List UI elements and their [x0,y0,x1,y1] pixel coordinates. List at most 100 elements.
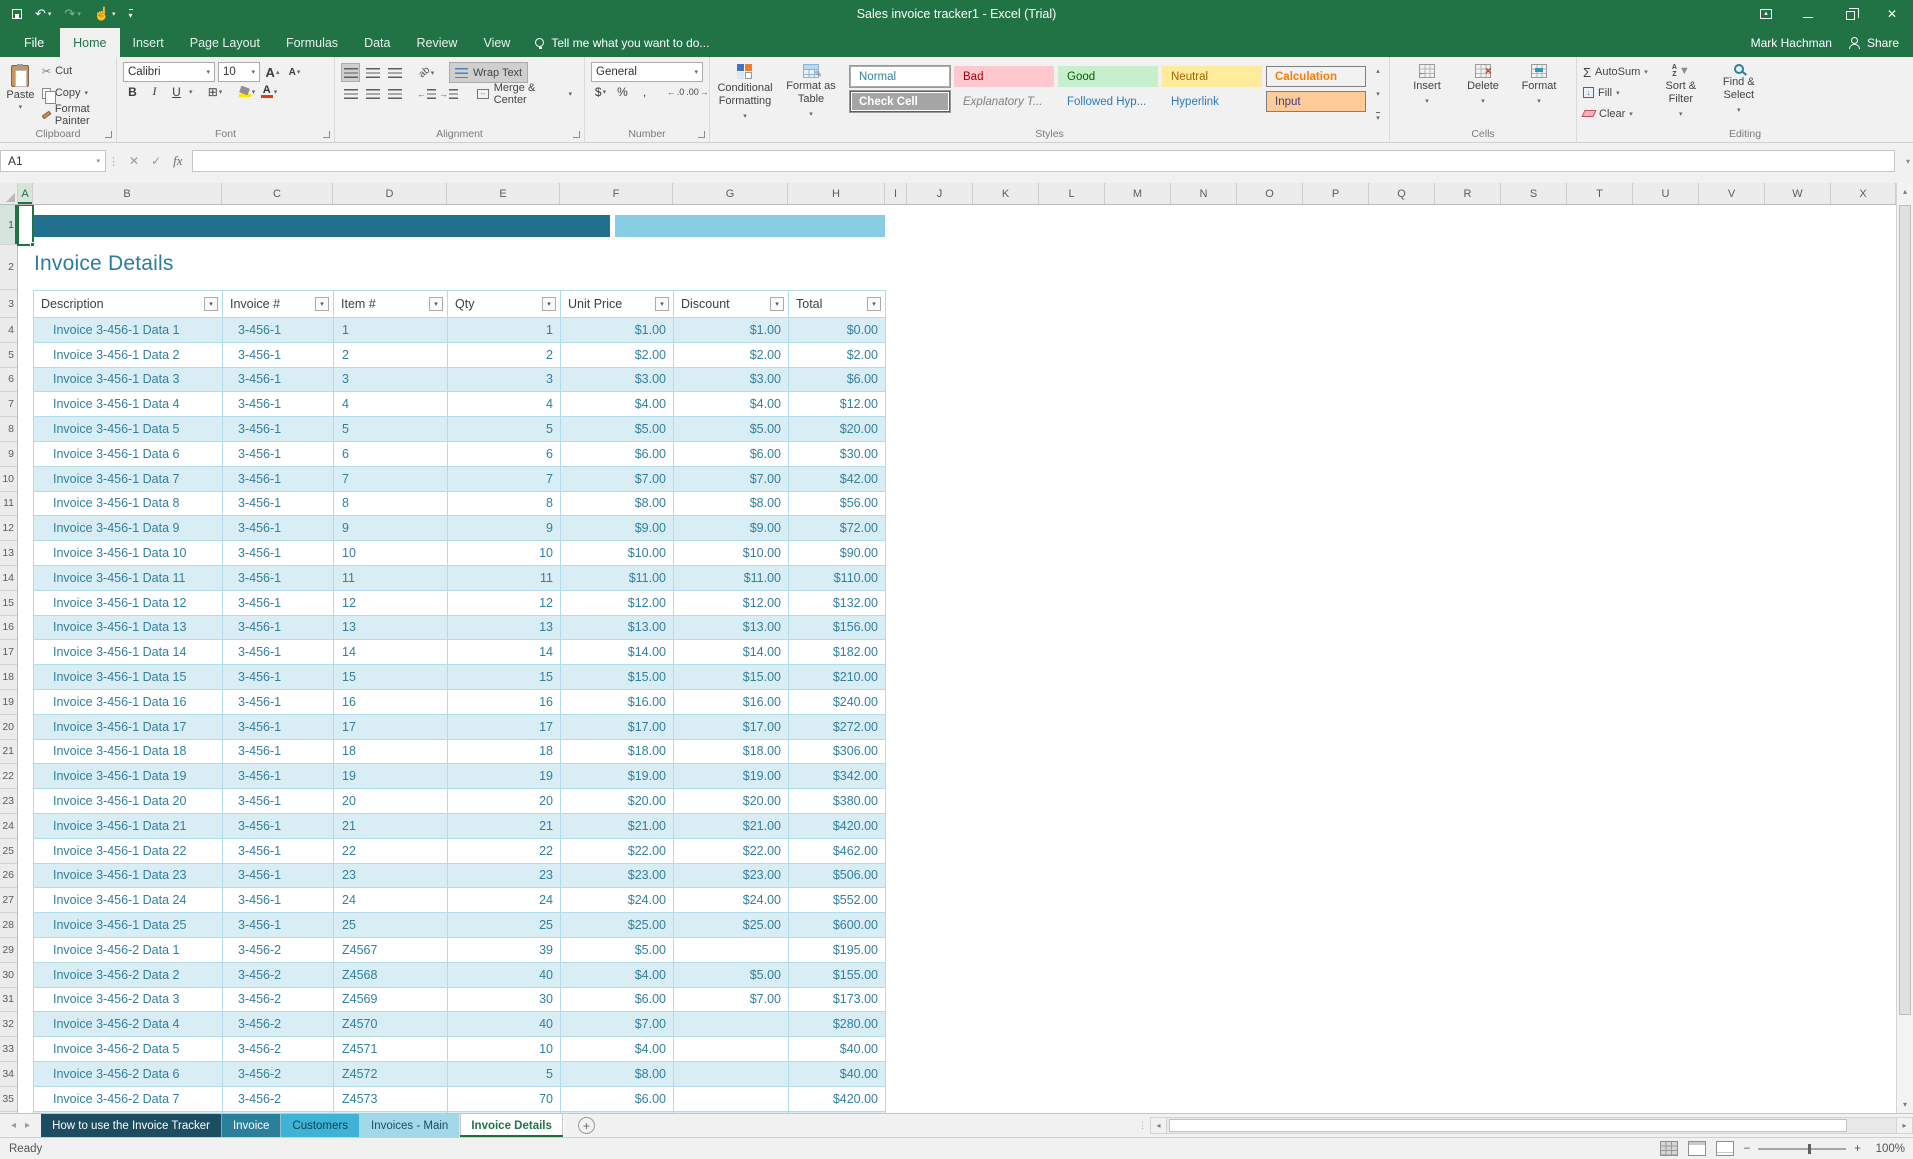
align-left-button[interactable] [341,84,360,103]
formula-input[interactable] [192,150,1895,172]
tab-insert[interactable]: Insert [120,28,177,57]
cell[interactable]: $8.00 [561,492,674,516]
row-header-4[interactable]: 4 [0,318,17,343]
new-sheet-button[interactable]: + [578,1117,595,1134]
cell[interactable]: $155.00 [789,963,886,987]
font-color-button[interactable]: A▾ [260,82,279,101]
filter-button-discount[interactable]: ▾ [770,297,784,311]
cell[interactable]: $40.00 [789,1037,886,1061]
cell[interactable]: Invoice 3-456-1 Data 22 [34,839,223,863]
cell[interactable]: Invoice 3-456-2 Data 4 [34,1012,223,1036]
cell[interactable]: Invoice 3-456-1 Data 8 [34,492,223,516]
cell[interactable]: Invoice 3-456-1 Data 16 [34,690,223,714]
cell[interactable]: $156.00 [789,616,886,640]
cell[interactable]: 1 [448,318,561,342]
cell[interactable]: $173.00 [789,988,886,1012]
column-header-q[interactable]: Q [1369,183,1435,204]
row-header-11[interactable]: 11 [0,492,17,517]
cell[interactable]: 3-456-2 [223,1087,334,1111]
cell[interactable]: $5.00 [561,417,674,441]
cell[interactable]: $11.00 [674,566,789,590]
cell[interactable]: Invoice 3-456-1 Data 19 [34,764,223,788]
cell[interactable]: $4.00 [674,392,789,416]
increase-font-button[interactable]: A▴ [263,63,282,82]
user-name[interactable]: Mark Hachman [1751,36,1832,50]
zoom-in-button[interactable]: + [1854,1143,1861,1155]
row-header-9[interactable]: 9 [0,442,17,467]
scroll-down-arrow[interactable]: ▾ [1897,1096,1913,1113]
cell[interactable]: $13.00 [561,616,674,640]
fill-color-button[interactable]: ▾ [238,82,257,101]
cell[interactable]: 40 [448,963,561,987]
zoom-slider-thumb[interactable] [1808,1144,1811,1154]
cell[interactable]: $21.00 [561,814,674,838]
clipboard-dialog-launcher[interactable] [105,131,112,138]
cell[interactable]: Z4569 [334,988,448,1012]
undo-button[interactable]: ↶▾ [35,6,51,22]
row-header-30[interactable]: 30 [0,963,17,988]
cell[interactable]: 3-456-1 [223,640,334,664]
wrap-text-button[interactable]: Wrap Text [449,62,528,83]
align-middle-button[interactable] [363,63,382,82]
row-header-18[interactable]: 18 [0,665,17,690]
find-select-button[interactable]: Find & Select ▾ [1710,60,1768,126]
cell[interactable]: $380.00 [789,789,886,813]
font-dialog-launcher[interactable] [323,131,330,138]
column-header-j[interactable]: J [907,183,973,204]
tab-page-layout[interactable]: Page Layout [177,28,273,57]
cell[interactable]: $19.00 [561,764,674,788]
cell[interactable]: 3-456-1 [223,492,334,516]
cell[interactable]: Invoice 3-456-1 Data 11 [34,566,223,590]
column-header-f[interactable]: F [560,183,673,204]
decrease-decimal-button[interactable]: .00→ [688,82,707,101]
cell[interactable]: $2.00 [789,343,886,367]
filter-button-qty[interactable]: ▾ [542,297,556,311]
fill-button[interactable]: ↓Fill▾ [1583,84,1648,102]
insert-cells-button[interactable]: Insert ▾ [1402,60,1452,126]
cell[interactable]: $5.00 [561,938,674,962]
row-header-20[interactable]: 20 [0,715,17,740]
cell[interactable]: 5 [334,417,448,441]
cell[interactable]: 3-456-1 [223,566,334,590]
cell[interactable]: $280.00 [789,1012,886,1036]
active-cell-a1[interactable] [17,205,34,246]
row-header-6[interactable]: 6 [0,368,17,393]
cell[interactable]: Invoice 3-456-1 Data 21 [34,814,223,838]
copy-button[interactable]: Copy▾ [39,84,114,103]
cell[interactable]: 3-456-1 [223,913,334,937]
cell[interactable]: Z4572 [334,1062,448,1086]
table-header-discount[interactable]: Discount▾ [674,291,789,317]
cell[interactable]: 20 [448,789,561,813]
cell[interactable]: 25 [448,913,561,937]
cell[interactable]: 9 [334,516,448,540]
cell[interactable] [674,1012,789,1036]
cell[interactable]: $342.00 [789,764,886,788]
cell[interactable]: 14 [448,640,561,664]
underline-button[interactable]: U [167,82,186,101]
cell[interactable]: 5 [448,1062,561,1086]
cell[interactable]: $14.00 [674,640,789,664]
cell[interactable]: $30.00 [789,442,886,466]
cell[interactable]: 3-456-1 [223,541,334,565]
cell[interactable]: $18.00 [674,740,789,764]
cell[interactable]: $110.00 [789,566,886,590]
cell[interactable]: 12 [448,591,561,615]
cell[interactable]: 20 [334,789,448,813]
row-header-13[interactable]: 13 [0,541,17,566]
cell[interactable]: $210.00 [789,665,886,689]
cell[interactable]: $3.00 [561,368,674,392]
cell[interactable]: 3-456-1 [223,591,334,615]
column-header-k[interactable]: K [973,183,1039,204]
cell[interactable]: Invoice 3-456-1 Data 25 [34,913,223,937]
cell[interactable]: Invoice 3-456-1 Data 12 [34,591,223,615]
scroll-left-arrow[interactable]: ◂ [1150,1117,1167,1134]
cell[interactable]: $6.00 [674,442,789,466]
cell[interactable]: Invoice 3-456-1 Data 24 [34,888,223,912]
cell[interactable]: $16.00 [674,690,789,714]
zoom-slider[interactable] [1758,1148,1846,1150]
row-header-15[interactable]: 15 [0,591,17,616]
cell[interactable]: 3-456-1 [223,864,334,888]
cell[interactable]: 18 [334,740,448,764]
cell[interactable]: 5 [448,417,561,441]
cell[interactable]: $9.00 [561,516,674,540]
